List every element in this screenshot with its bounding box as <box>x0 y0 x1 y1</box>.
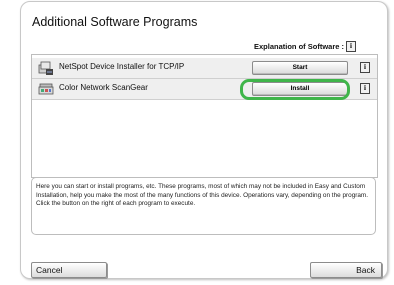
dialog-title: Additional Software Programs <box>32 15 198 29</box>
network-installer-icon <box>38 61 53 75</box>
explanation-of-software: Explanation of Software : i <box>254 41 357 52</box>
program-name: Color Network ScanGear <box>59 83 148 92</box>
program-name: NetSpot Device Installer for TCP/IP <box>59 62 185 71</box>
explanation-info-button[interactable]: i <box>346 41 357 52</box>
program-row-netspot: NetSpot Device Installer for TCP/IP Star… <box>32 58 377 79</box>
description-box: Here you can start or install programs, … <box>31 177 376 235</box>
program-list: NetSpot Device Installer for TCP/IP Star… <box>31 54 378 178</box>
cancel-button[interactable]: Cancel <box>31 262 107 278</box>
program-info-button[interactable]: i <box>360 83 370 94</box>
install-highlight-ring <box>240 79 350 100</box>
start-button[interactable]: Start <box>252 61 348 75</box>
program-info-button[interactable]: i <box>360 62 370 73</box>
back-button[interactable]: Back <box>310 262 382 278</box>
scanner-icon <box>38 83 54 95</box>
description-text: Here you can start or install programs, … <box>36 183 369 207</box>
explanation-label: Explanation of Software : <box>254 42 345 51</box>
